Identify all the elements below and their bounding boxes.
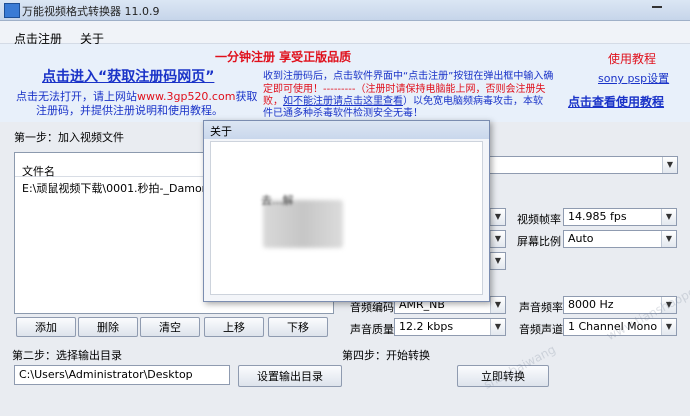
sony-psp-link[interactable]: sony psp设置 [598,70,669,86]
cannot-open-text-2: 注册码，并提供注册说明和使用教程。 [36,104,223,117]
step2-label: 第二步：选择输出目录 [12,349,122,362]
chevron-down-icon: ▼ [490,209,505,225]
dialog-title: 关于 [210,125,232,138]
view-guide-link[interactable]: 点击查看使用教程 [568,93,664,110]
cannot-open-suffix: 获取 [235,90,258,103]
output-format-select[interactable]: ▼ [488,156,678,174]
app-icon [4,3,20,18]
notice-virus: ）以免宽电脑频病毒攻击，本软 [403,96,543,107]
video-fps-value: 14.985 fps [568,210,627,223]
video-codec-select[interactable]: ▼ [488,252,506,270]
video-bitrate-select[interactable]: ▼ [488,230,506,248]
delete-button[interactable]: 删除 [78,317,138,337]
about-dialog[interactable]: 关于 去...解 [203,120,490,302]
video-fps-label: 视频帧率 [517,213,561,226]
audio-quality-value: 12.2 kbps [399,320,454,333]
move-up-button[interactable]: 上移 [204,317,264,337]
sample-rate-label: 声音频率 [519,301,563,314]
move-down-button[interactable]: 下移 [268,317,328,337]
dialog-text: 去...解 [261,194,294,207]
sample-rate-value: 8000 Hz [568,298,614,311]
chevron-down-icon: ▼ [661,319,676,335]
chevron-down-icon: ▼ [661,209,676,225]
dialog-body: 去...解 [210,141,483,295]
banner-headline: 一分钟注册 享受正版品质 [215,50,352,64]
aspect-ratio-select[interactable]: Auto ▼ [563,230,677,248]
chevron-down-icon: ▼ [661,231,676,247]
aspect-ratio-value: Auto [568,232,594,245]
minimize-icon[interactable] [652,6,662,8]
set-output-dir-button[interactable]: 设置输出目录 [238,365,342,387]
video-fps-select[interactable]: 14.985 fps ▼ [563,208,677,226]
window-title: 万能视频格式转换器 11.0.9 [22,5,160,18]
step1-label: 第一步：加入视频文件 [14,131,124,144]
chevron-down-icon: ▼ [490,253,505,269]
tutorial-label[interactable]: 使用教程 [608,50,656,67]
audio-quality-select[interactable]: 12.2 kbps ▼ [394,318,506,336]
audio-quality-label: 声音质量 [350,323,394,336]
file-list-header-name: 文件名 [22,165,55,178]
notice-line-4: 件已通多种杀毒软件检测安全无毒！ [263,108,423,119]
output-dir-input[interactable]: C:\Users\Administrator\Desktop [14,365,230,385]
audio-channel-label: 音频声道 [519,323,563,336]
dialog-title-bar[interactable] [204,121,489,139]
aspect-ratio-label: 屏幕比例 [517,235,561,248]
video-size-select[interactable]: ▼ [488,208,506,226]
clear-button[interactable]: 清空 [140,317,200,337]
file-list-row[interactable]: E:\顽鼠视频下载\0001.秒拍-_Damon H [22,180,220,196]
get-code-link[interactable]: 点击进入“获取注册码网页” [42,66,214,86]
chevron-down-icon: ▼ [662,157,677,173]
step4-label: 第四步：开始转换 [342,349,430,362]
chevron-down-icon: ▼ [490,319,505,335]
add-button[interactable]: 添加 [16,317,76,337]
chevron-down-icon: ▼ [490,231,505,247]
chevron-down-icon: ▼ [490,297,505,313]
